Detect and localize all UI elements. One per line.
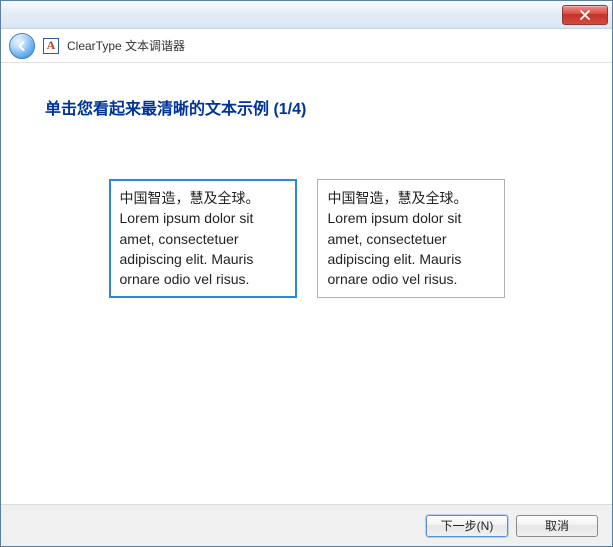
page-heading: 单击您看起来最清晰的文本示例 (1/4) — [45, 95, 572, 119]
sample-cjk-text: 中国智造，慧及全球。 — [328, 188, 494, 208]
arrow-left-icon — [15, 39, 29, 53]
sample-latin-text: Lorem ipsum dolor sit amet, consectetuer… — [328, 208, 494, 289]
close-button[interactable] — [562, 5, 608, 25]
footer-bar: 下一步(N) 取消 — [1, 504, 612, 546]
text-sample-1[interactable]: 中国智造，慧及全球。 Lorem ipsum dolor sit amet, c… — [109, 179, 297, 298]
dialog-window: ClearType 文本调谐器 单击您看起来最清晰的文本示例 (1/4) 中国智… — [0, 0, 613, 547]
close-icon — [579, 10, 591, 20]
sample-latin-text: Lorem ipsum dolor sit amet, consectetuer… — [120, 208, 286, 289]
back-button[interactable] — [9, 33, 35, 59]
content-area: 单击您看起来最清晰的文本示例 (1/4) 中国智造，慧及全球。 Lorem ip… — [1, 63, 612, 298]
app-icon — [43, 38, 59, 54]
titlebar — [1, 1, 612, 29]
header-bar: ClearType 文本调谐器 — [1, 29, 612, 63]
sample-row: 中国智造，慧及全球。 Lorem ipsum dolor sit amet, c… — [41, 179, 572, 298]
next-button[interactable]: 下一步(N) — [426, 515, 508, 537]
sample-cjk-text: 中国智造，慧及全球。 — [120, 188, 286, 208]
text-sample-2[interactable]: 中国智造，慧及全球。 Lorem ipsum dolor sit amet, c… — [317, 179, 505, 298]
app-title: ClearType 文本调谐器 — [67, 37, 185, 54]
cancel-button[interactable]: 取消 — [516, 515, 598, 537]
